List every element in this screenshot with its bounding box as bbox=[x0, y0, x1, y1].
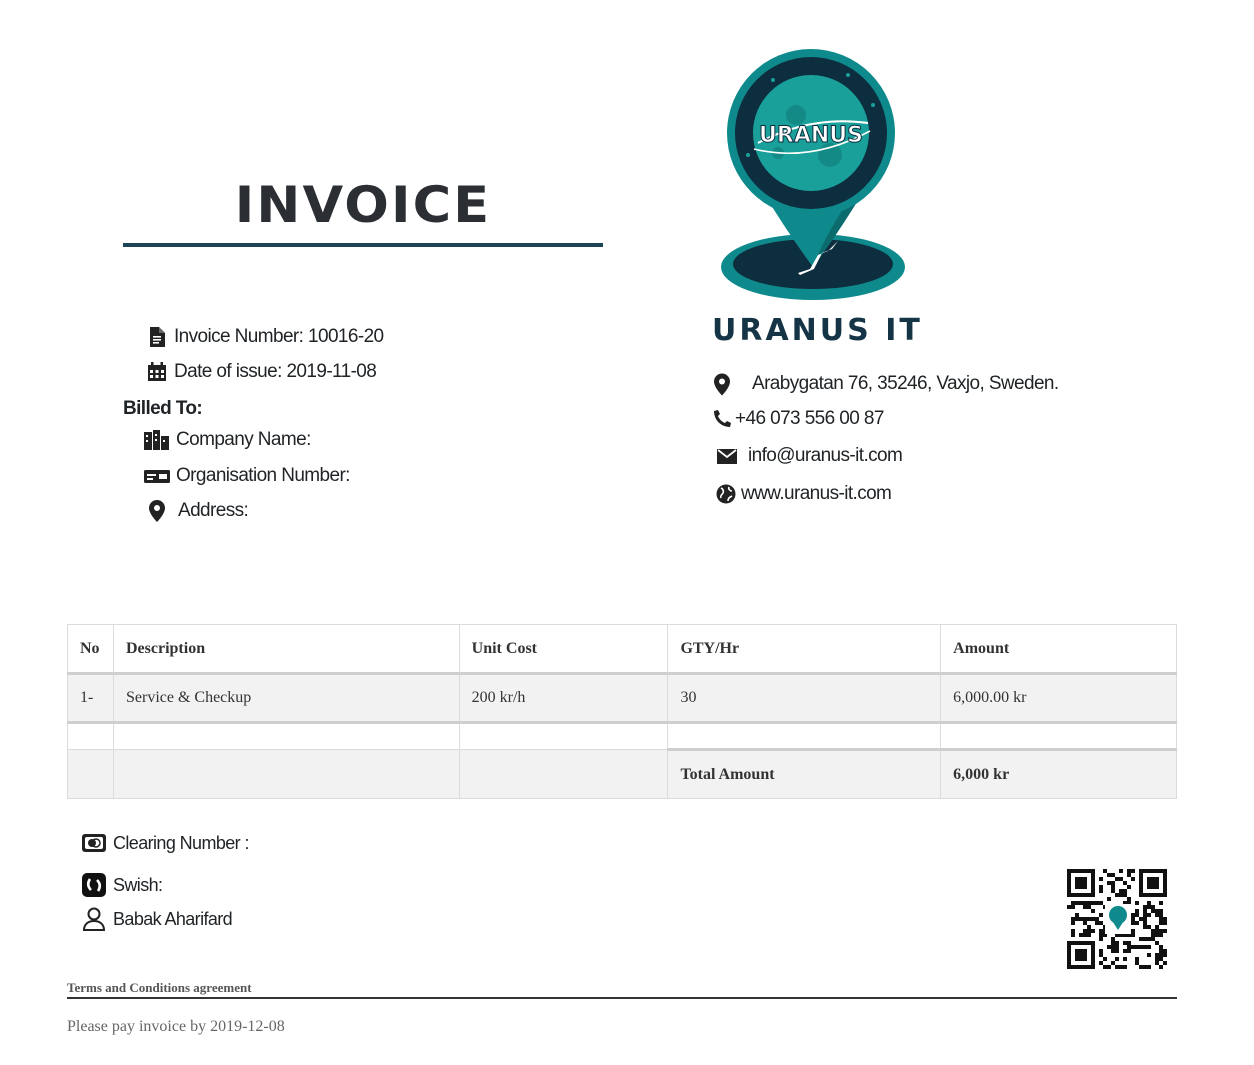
billed-to-heading: Billed To: bbox=[123, 398, 203, 419]
account-holder-name: Babak Aharifard bbox=[113, 908, 233, 929]
company-phone-row: +46 073 556 00 87 bbox=[711, 408, 884, 430]
calendar-icon bbox=[146, 361, 168, 383]
billing-address-row: Address: bbox=[146, 500, 249, 522]
qr-code bbox=[1066, 869, 1169, 970]
globe-icon bbox=[715, 483, 737, 505]
issue-date-row: Date of issue: 2019-11-08 bbox=[146, 361, 377, 383]
document-icon bbox=[146, 326, 168, 348]
invoice-title: INVOICE bbox=[234, 176, 492, 234]
terms-divider bbox=[67, 997, 1177, 999]
swish-label: Swish: bbox=[113, 874, 163, 895]
map-marker-icon bbox=[146, 500, 168, 522]
row-amount: 6,000.00 kr bbox=[940, 673, 1177, 724]
invoice-items-table: No Description Unit Cost GTY/Hr Amount 1… bbox=[67, 624, 1177, 799]
user-icon bbox=[82, 907, 106, 931]
row-no: 1- bbox=[67, 673, 114, 724]
company-name-label: Company Name: bbox=[176, 429, 311, 450]
table-spacer-row bbox=[67, 722, 1177, 750]
header-description: Description bbox=[112, 624, 460, 675]
terms-heading: Terms and Conditions agreement bbox=[67, 980, 252, 995]
map-marker-icon bbox=[711, 373, 733, 395]
company-address-row: Arabygatan 76, 35246, Vaxjo, Sweden. bbox=[711, 373, 1059, 395]
company-name-row: Company Name: bbox=[143, 429, 311, 451]
phone-icon bbox=[711, 408, 733, 430]
table-header-row: No Description Unit Cost GTY/Hr Amount bbox=[67, 624, 1177, 675]
company-phone: +46 073 556 00 87 bbox=[735, 408, 884, 429]
total-label: Total Amount bbox=[667, 748, 942, 799]
row-description: Service & Checkup bbox=[112, 673, 460, 724]
header-quantity: GTY/Hr bbox=[667, 624, 942, 675]
envelope-icon bbox=[716, 445, 738, 467]
row-unit-cost: 200 kr/h bbox=[458, 673, 669, 724]
total-value: 6,000 kr bbox=[940, 748, 1177, 799]
row-quantity: 30 bbox=[667, 673, 942, 724]
issue-date: Date of issue: 2019-11-08 bbox=[174, 361, 377, 382]
organisation-number-row: Organisation Number: bbox=[143, 465, 350, 487]
swish-icon bbox=[82, 873, 106, 897]
company-name: URANUS IT bbox=[712, 313, 923, 348]
card-icon bbox=[82, 831, 106, 855]
company-website[interactable]: www.uranus-it.com bbox=[741, 483, 892, 505]
company-address: Arabygatan 76, 35246, Vaxjo, Sweden. bbox=[752, 373, 1059, 394]
organisation-number-label: Organisation Number: bbox=[176, 465, 350, 486]
clearing-number-label: Clearing Number : bbox=[113, 832, 249, 853]
logo-wordmark: URANUS bbox=[759, 123, 863, 148]
header-amount: Amount bbox=[940, 624, 1177, 675]
id-card-icon bbox=[143, 465, 170, 487]
account-holder-row: Babak Aharifard bbox=[82, 907, 233, 931]
address-label: Address: bbox=[178, 500, 249, 521]
payment-due-note: Please pay invoice by 2019-12-08 bbox=[67, 1018, 285, 1035]
company-email-row: info@uranus-it.com bbox=[716, 445, 903, 467]
table-total-row: Total Amount 6,000 kr bbox=[67, 748, 1177, 799]
clearing-number-row: Clearing Number : bbox=[82, 831, 249, 855]
header-no: No bbox=[67, 624, 114, 675]
company-website-row: www.uranus-it.com bbox=[715, 483, 892, 505]
invoice-number-row: Invoice Number: 10016-20 bbox=[146, 326, 384, 348]
building-icon bbox=[143, 429, 170, 451]
header-unit-cost: Unit Cost bbox=[458, 624, 669, 675]
swish-row: Swish: bbox=[82, 873, 163, 897]
company-logo: URANUS bbox=[718, 45, 908, 307]
table-row: 1- Service & Checkup 200 kr/h 30 6,000.0… bbox=[67, 673, 1177, 724]
title-underline bbox=[123, 243, 603, 247]
invoice-number: Invoice Number: 10016-20 bbox=[174, 326, 384, 347]
company-email: info@uranus-it.com bbox=[748, 445, 903, 466]
